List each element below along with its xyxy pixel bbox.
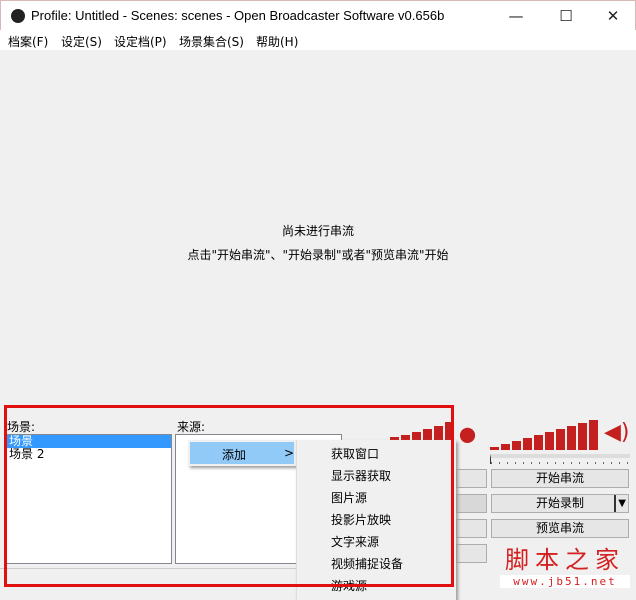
left-button-4[interactable] [456, 544, 487, 563]
menu-help[interactable]: 帮助(H) [256, 33, 298, 50]
obs-logo-icon [11, 9, 25, 23]
menu-scene-collection[interactable]: 场景集合(S) [179, 33, 244, 50]
speaker-icon[interactable]: ◀) [604, 420, 630, 445]
title-bar: Profile: Untitled - Scenes: scenes - Ope… [0, 0, 636, 30]
left-button-1[interactable] [456, 469, 487, 488]
microphone-icon[interactable]: ● [454, 419, 483, 449]
close-button[interactable]: ✕ [598, 5, 628, 27]
watermark: 脚本之家 www.jb51.net [500, 540, 630, 588]
maximize-button[interactable]: ☐ [551, 5, 581, 27]
left-button-2[interactable] [456, 494, 487, 513]
menu-settings[interactable]: 设定(S) [61, 33, 102, 50]
menu-profile[interactable]: 设定档(P) [114, 33, 167, 50]
minimize-button[interactable]: — [501, 5, 531, 27]
watermark-url: www.jb51.net [500, 575, 630, 588]
volume-slider[interactable] [490, 454, 630, 464]
preview-hint: 点击"开始串流"、"开始录制"或者"预览串流"开始 [187, 248, 449, 262]
preview-status: 尚未进行串流 [281, 224, 354, 238]
start-record-button[interactable]: 开始录制 ▼ [491, 494, 629, 513]
start-record-label: 开始录制 [535, 496, 584, 510]
preview-stream-button[interactable]: 预览串流 [491, 519, 629, 538]
watermark-title: 脚本之家 [505, 546, 625, 574]
left-button-3[interactable] [456, 519, 487, 538]
menu-bar: 档案(F) 设定(S) 设定档(P) 场景集合(S) 帮助(H) [0, 30, 636, 50]
menu-file[interactable]: 档案(F) [8, 33, 48, 50]
desktop-volume-meter[interactable] [490, 420, 600, 450]
window-title: Profile: Untitled - Scenes: scenes - Ope… [31, 8, 445, 23]
dropdown-arrow-icon[interactable]: ▼ [614, 495, 626, 512]
preview-area: 尚未进行串流 点击"开始串流"、"开始录制"或者"预览串流"开始 [0, 50, 636, 400]
start-stream-button[interactable]: 开始串流 [491, 469, 629, 488]
annotation-highlight-box [4, 405, 454, 587]
